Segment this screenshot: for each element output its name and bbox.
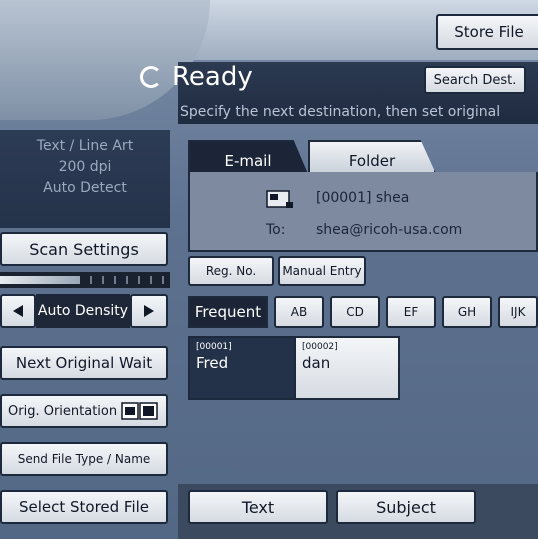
instruction-text: Specify the next destination, then set o… — [180, 104, 501, 120]
arrow-right-icon — [144, 305, 154, 317]
tab-folder[interactable]: Folder — [308, 140, 436, 174]
index-tab-ijk[interactable]: IJK — [498, 296, 538, 328]
scan-mode: Text / Line Art — [36, 138, 134, 154]
search-dest-button[interactable]: Search Dest. — [424, 66, 526, 94]
address-entry-dan[interactable]: [00002] dan — [294, 336, 400, 400]
density-lighter-button[interactable] — [0, 294, 36, 328]
destination-entry: [00001] shea — [316, 190, 410, 206]
index-tab-ab[interactable]: AB — [274, 296, 324, 328]
index-tab-gh[interactable]: GH — [442, 296, 492, 328]
reg-no-button[interactable]: Reg. No. — [188, 256, 274, 286]
orig-orientation-button[interactable]: Orig. Orientation — [0, 394, 168, 428]
orig-orientation-label: Orig. Orientation — [8, 403, 118, 419]
scan-settings-info: Text / Line Art 200 dpi Auto Detect — [0, 130, 170, 228]
index-tab-cd[interactable]: CD — [330, 296, 380, 328]
screen: Store File Ready Search Dest. Specify th… — [0, 0, 538, 539]
scan-size: Auto Detect — [43, 180, 127, 196]
scan-settings-button[interactable]: Scan Settings — [0, 232, 168, 266]
tab-email[interactable]: E-mail — [188, 140, 308, 174]
entry-name: dan — [302, 354, 331, 372]
index-tab-ef[interactable]: EF — [386, 296, 436, 328]
manual-entry-button[interactable]: Manual Entry — [278, 256, 366, 286]
address-entry-fred[interactable]: [00001] Fred — [188, 336, 296, 400]
text-button[interactable]: Text — [188, 490, 328, 524]
scan-resolution: 200 dpi — [58, 159, 112, 175]
ready-icon — [140, 66, 162, 88]
status-text: Ready — [172, 62, 253, 92]
arrow-left-icon — [13, 305, 23, 317]
subject-button[interactable]: Subject — [336, 490, 476, 524]
orientation-icon — [121, 402, 158, 420]
to-label: To: — [266, 222, 286, 238]
entry-code: [00002] — [302, 342, 338, 352]
select-stored-file-button[interactable]: Select Stored File — [0, 490, 168, 524]
density-scale — [90, 276, 168, 284]
store-file-button[interactable]: Store File — [436, 14, 538, 50]
density-fill — [0, 276, 80, 284]
entry-name: Fred — [196, 354, 229, 372]
next-original-wait-button[interactable]: Next Original Wait — [0, 346, 168, 380]
index-tab-frequent[interactable]: Frequent — [188, 296, 268, 328]
entry-code: [00001] — [196, 342, 232, 352]
auto-density-toggle[interactable]: Auto Density — [36, 294, 130, 328]
destination-panel — [188, 172, 538, 252]
to-address: shea@ricoh-usa.com — [316, 222, 463, 238]
send-file-type-button[interactable]: Send File Type / Name — [0, 442, 168, 476]
density-darker-button[interactable] — [130, 294, 168, 328]
email-icon — [266, 190, 294, 210]
